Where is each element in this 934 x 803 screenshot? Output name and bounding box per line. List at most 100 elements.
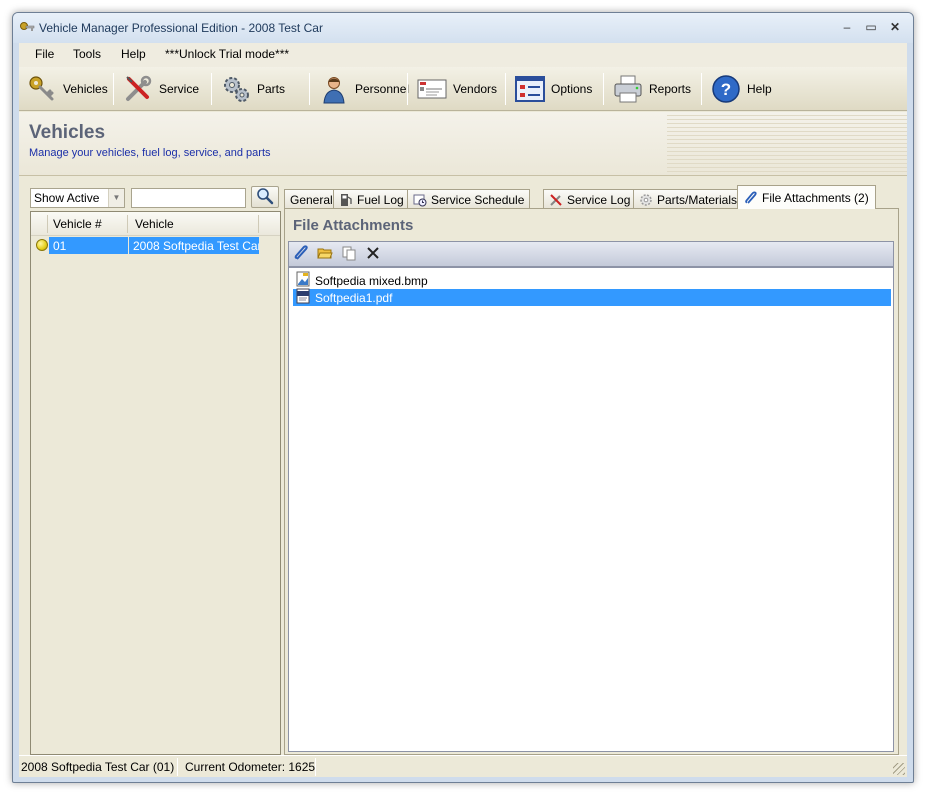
toolbar-separator [701, 73, 702, 105]
status-separator [315, 758, 316, 776]
tab-service-schedule[interactable]: Service Schedule [407, 189, 531, 209]
service-button[interactable]: Service [119, 71, 203, 107]
resize-grip[interactable] [893, 763, 905, 775]
open-file-button[interactable] [316, 245, 334, 263]
column-separator[interactable] [127, 215, 128, 233]
tab-fuel-log-label: Fuel Log [357, 192, 404, 207]
toolbar-separator [309, 73, 310, 105]
status-bar: 2008 Softpedia Test Car (01) Current Odo… [19, 755, 907, 777]
parts-button[interactable]: Parts [217, 71, 289, 107]
menu-unlock-trial[interactable]: ***Unlock Trial mode*** [165, 47, 289, 61]
app-window: Vehicle Manager Professional Edition - 2… [12, 12, 914, 783]
search-button[interactable] [251, 186, 279, 208]
attachments-toolbar [288, 241, 894, 267]
maximize-button[interactable]: ▭ [859, 17, 883, 37]
header-decoration [667, 112, 907, 175]
tab-parts-materials-label: Parts/Materials [657, 192, 738, 207]
help-icon: ? [711, 74, 741, 104]
vehicle-list-header: Vehicle # Vehicle [31, 212, 280, 236]
table-row[interactable]: 01 2008 Softpedia Test Car [31, 237, 280, 254]
status-odometer: Current Odometer: 1625 [185, 760, 316, 774]
options-button-label: Options [551, 82, 593, 96]
vehicle-number-cell: 01 [49, 237, 128, 254]
status-separator [177, 758, 178, 776]
vehicle-name-cell: 2008 Softpedia Test Car [129, 237, 259, 254]
menu-help[interactable]: Help [121, 47, 146, 61]
folder-open-icon [317, 245, 333, 264]
page-header: Vehicles Manage your vehicles, fuel log,… [19, 112, 907, 176]
toolbar-separator [603, 73, 604, 105]
list-item[interactable]: Softpedia mixed.bmp [293, 271, 891, 289]
business-card-icon [417, 74, 447, 104]
vehicles-button-label: Vehicles [63, 82, 108, 96]
attachments-list: Softpedia mixed.bmp Softpedia1.pdf [288, 267, 894, 752]
keys-icon [27, 74, 57, 104]
tab-file-attachments[interactable]: File Attachments (2) [737, 185, 876, 209]
svg-text:?: ? [721, 80, 731, 99]
file-attachments-panel: File Attachments Softpedia mixed.bmp Sof… [284, 208, 899, 755]
tab-strip: General Fuel Log Service Schedule Servic… [284, 185, 899, 209]
column-vehicle[interactable]: Vehicle [135, 217, 174, 231]
menu-file[interactable]: File [35, 47, 54, 61]
parts-button-label: Parts [257, 82, 286, 96]
delete-file-button[interactable] [364, 245, 382, 263]
attach-file-button[interactable] [292, 244, 310, 264]
list-item[interactable]: Softpedia1.pdf [293, 288, 891, 307]
reports-button-label: Reports [649, 82, 692, 96]
chevron-down-icon[interactable]: ▼ [108, 189, 124, 207]
tab-service-schedule-label: Service Schedule [431, 192, 525, 207]
column-separator [47, 215, 48, 233]
window-title: Vehicle Manager Professional Edition - 2… [39, 21, 323, 35]
column-vehicle-number[interactable]: Vehicle # [53, 217, 102, 231]
main-toolbar: Vehicles Service Parts Personnel Vendors… [19, 67, 907, 111]
toolbar-separator [211, 73, 212, 105]
reports-button[interactable]: Reports [609, 71, 695, 107]
paperclip-icon [744, 191, 758, 205]
tab-file-attachments-label: File Attachments (2) [762, 190, 869, 205]
help-button-label: Help [747, 82, 772, 96]
tab-general[interactable]: General [284, 189, 339, 209]
personnel-button-label: Personnel [355, 82, 410, 96]
options-button[interactable]: Options [511, 71, 596, 107]
help-button[interactable]: ? Help [707, 71, 776, 107]
pdf-file-icon [295, 288, 311, 307]
page-title: Vehicles [29, 122, 106, 143]
search-icon [256, 187, 274, 208]
vehicles-button[interactable]: Vehicles [23, 71, 112, 107]
client-area: File Tools Help ***Unlock Trial mode*** … [19, 43, 907, 777]
menu-bar: File Tools Help ***Unlock Trial mode*** [19, 43, 907, 67]
wrench-screwdriver-icon [123, 74, 153, 104]
vehicle-list: Vehicle # Vehicle 01 2008 Softpedia Test… [30, 211, 281, 755]
tab-parts-materials[interactable]: Parts/Materials [633, 189, 744, 209]
app-keys-icon [19, 21, 35, 35]
paperclip-icon [293, 244, 309, 264]
fuel-pump-icon [339, 193, 353, 207]
show-active-dropdown[interactable]: Show Active ▼ [30, 188, 125, 208]
search-input[interactable] [131, 188, 246, 208]
vendors-button-label: Vendors [453, 82, 498, 96]
tab-service-log[interactable]: Service Log [543, 189, 637, 209]
panel-title: File Attachments [293, 217, 414, 234]
tab-fuel-log[interactable]: Fuel Log [333, 189, 410, 209]
gears-icon [221, 74, 251, 104]
toolbar-separator [407, 73, 408, 105]
title-bar[interactable]: Vehicle Manager Professional Edition - 2… [13, 13, 913, 43]
status-vehicle: 2008 Softpedia Test Car (01) [21, 760, 175, 774]
status-indicator-icon [36, 239, 48, 251]
vendors-button[interactable]: Vendors [413, 71, 501, 107]
copy-file-button[interactable] [340, 245, 358, 263]
page-subtitle: Manage your vehicles, fuel log, service,… [29, 147, 271, 159]
personnel-button[interactable]: Personnel [315, 71, 413, 107]
options-icon [515, 74, 545, 104]
tab-service-log-label: Service Log [567, 192, 631, 207]
menu-tools[interactable]: Tools [73, 47, 101, 61]
close-button[interactable]: ✕ [883, 17, 907, 37]
service-button-label: Service [159, 82, 200, 96]
minimize-button[interactable]: – [835, 17, 859, 37]
column-separator[interactable] [258, 215, 259, 233]
file-name: Softpedia mixed.bmp [315, 273, 428, 288]
gear-icon [639, 193, 653, 207]
copy-icon [341, 245, 357, 264]
toolbar-separator [113, 73, 114, 105]
show-active-value: Show Active [34, 191, 100, 205]
